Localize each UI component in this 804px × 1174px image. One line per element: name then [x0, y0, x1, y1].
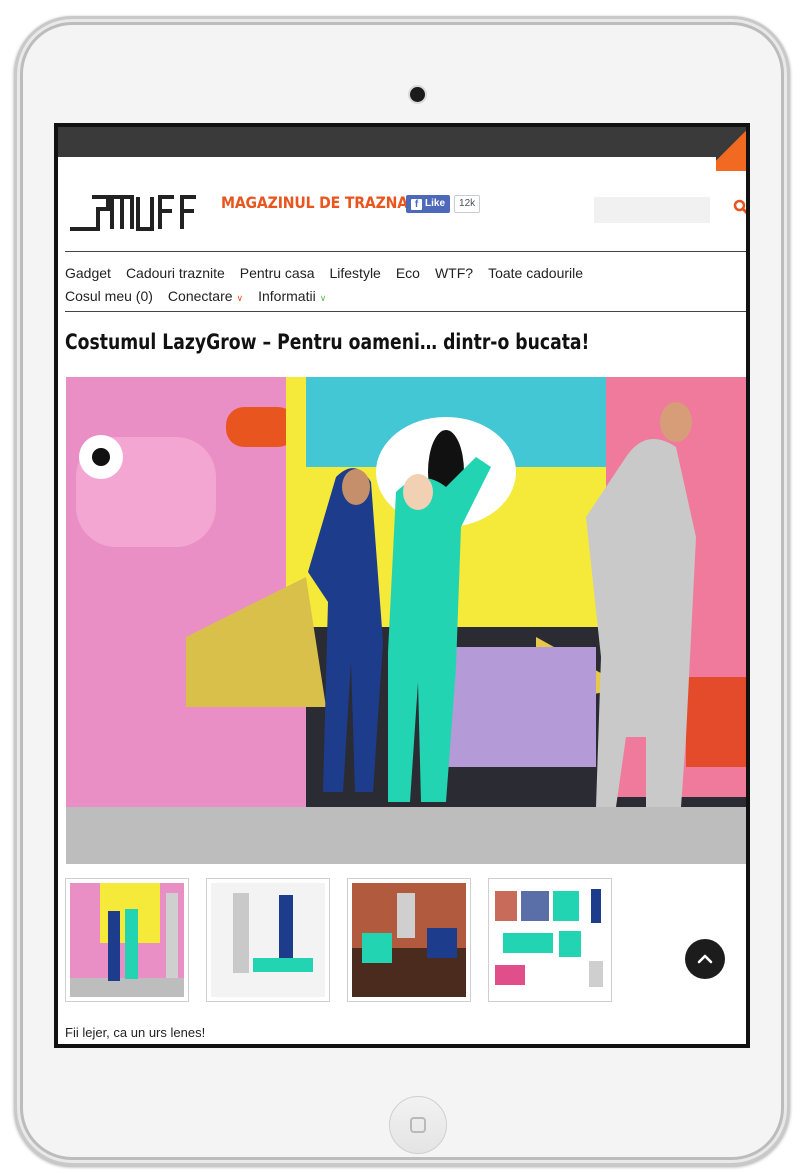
search-input[interactable] — [594, 197, 710, 223]
nav-item-login-label: Conectare — [167, 287, 233, 304]
nav-item-pentru-casa[interactable]: Pentru casa — [240, 265, 315, 281]
facebook-like-count: 12k — [454, 195, 481, 213]
corner-flag[interactable] — [716, 127, 746, 171]
nav-item-cart[interactable]: Cosul meu (0) — [65, 288, 153, 304]
nav-item-login[interactable]: Conectare ∨ — [168, 288, 243, 304]
nav-row-secondary: Cosul meu (0) Conectare ∨ Informatii ∨ — [65, 284, 741, 307]
home-button-icon — [410, 1117, 426, 1133]
chevron-up-icon — [697, 954, 713, 964]
site-tagline: MAGAZINUL DE TRAZNAI — [221, 193, 414, 212]
thumbnail-image[interactable] — [65, 878, 189, 1002]
chevron-down-icon: ∨ — [236, 292, 244, 303]
thumbnail-3 — [352, 883, 466, 997]
nav-item-toate-cadourile[interactable]: Toate cadourile — [488, 265, 583, 281]
product-hero-image[interactable] — [66, 377, 746, 864]
thumbnail-1 — [70, 883, 184, 997]
smuff-logo[interactable] — [68, 191, 216, 233]
nav-item-lifestyle[interactable]: Lifestyle — [329, 265, 380, 281]
thumbnail-4 — [493, 883, 607, 997]
thumbnail-image[interactable] — [206, 878, 330, 1002]
thumbnail-image[interactable] — [488, 878, 612, 1002]
facebook-like-button[interactable]: f Like — [406, 195, 451, 213]
top-bar — [58, 127, 746, 157]
scroll-to-top-button[interactable] — [685, 939, 725, 979]
search-icon[interactable] — [733, 199, 749, 215]
thumbnail-2 — [211, 883, 325, 997]
nav-item-wtf[interactable]: WTF? — [435, 265, 473, 281]
main-nav: Gadget Cadouri traznite Pentru casa Life… — [65, 261, 741, 307]
nav-item-info[interactable]: Informatii ∨ — [258, 288, 326, 304]
nav-item-gadget[interactable]: Gadget — [65, 265, 111, 281]
nav-item-cadouri-traznite[interactable]: Cadouri traznite — [126, 265, 225, 281]
screen: MAGAZINUL DE TRAZNAI f Like 12k Gadget C… — [54, 123, 750, 1048]
nav-item-info-label: Informatii — [258, 287, 316, 304]
post-title: Costumul LazyGrow – Pentru oameni… dintr… — [65, 330, 590, 354]
chevron-down-icon: ∨ — [319, 292, 327, 303]
nav-item-eco[interactable]: Eco — [396, 265, 420, 281]
product-thumbnails — [65, 878, 612, 1002]
facebook-like-label: Like — [425, 198, 446, 209]
nav-divider — [65, 311, 746, 312]
header-divider — [65, 251, 746, 252]
facebook-icon: f — [411, 198, 422, 210]
post-caption: Fii lejer, ca un urs lenes! — [65, 1025, 206, 1040]
facebook-like[interactable]: f Like 12k — [406, 195, 481, 213]
thumbnail-image[interactable] — [347, 878, 471, 1002]
camera-icon — [410, 87, 425, 102]
home-button[interactable] — [389, 1096, 447, 1154]
nav-row-primary: Gadget Cadouri traznite Pentru casa Life… — [65, 261, 741, 284]
